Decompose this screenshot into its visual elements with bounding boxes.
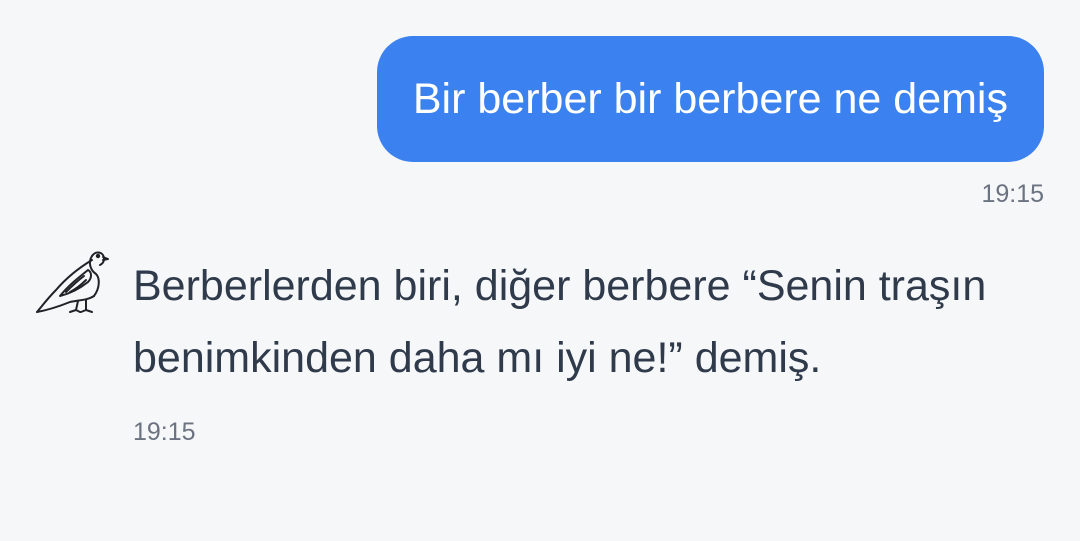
user-message-text: Bir berber bir berbere ne demiş — [412, 74, 1008, 123]
assistant-message-text: Berberlerden biri, diğer berbere “Senin … — [133, 262, 987, 382]
assistant-message-timestamp: 19:15 — [133, 418, 196, 446]
chat-thread: Bir berber bir berbere ne demiş 19:15 Be… — [0, 0, 1080, 541]
user-message-timestamp: 19:15 — [981, 180, 1044, 208]
dove-icon — [34, 240, 110, 316]
user-message-bubble: Bir berber bir berbere ne demiş — [376, 36, 1044, 162]
